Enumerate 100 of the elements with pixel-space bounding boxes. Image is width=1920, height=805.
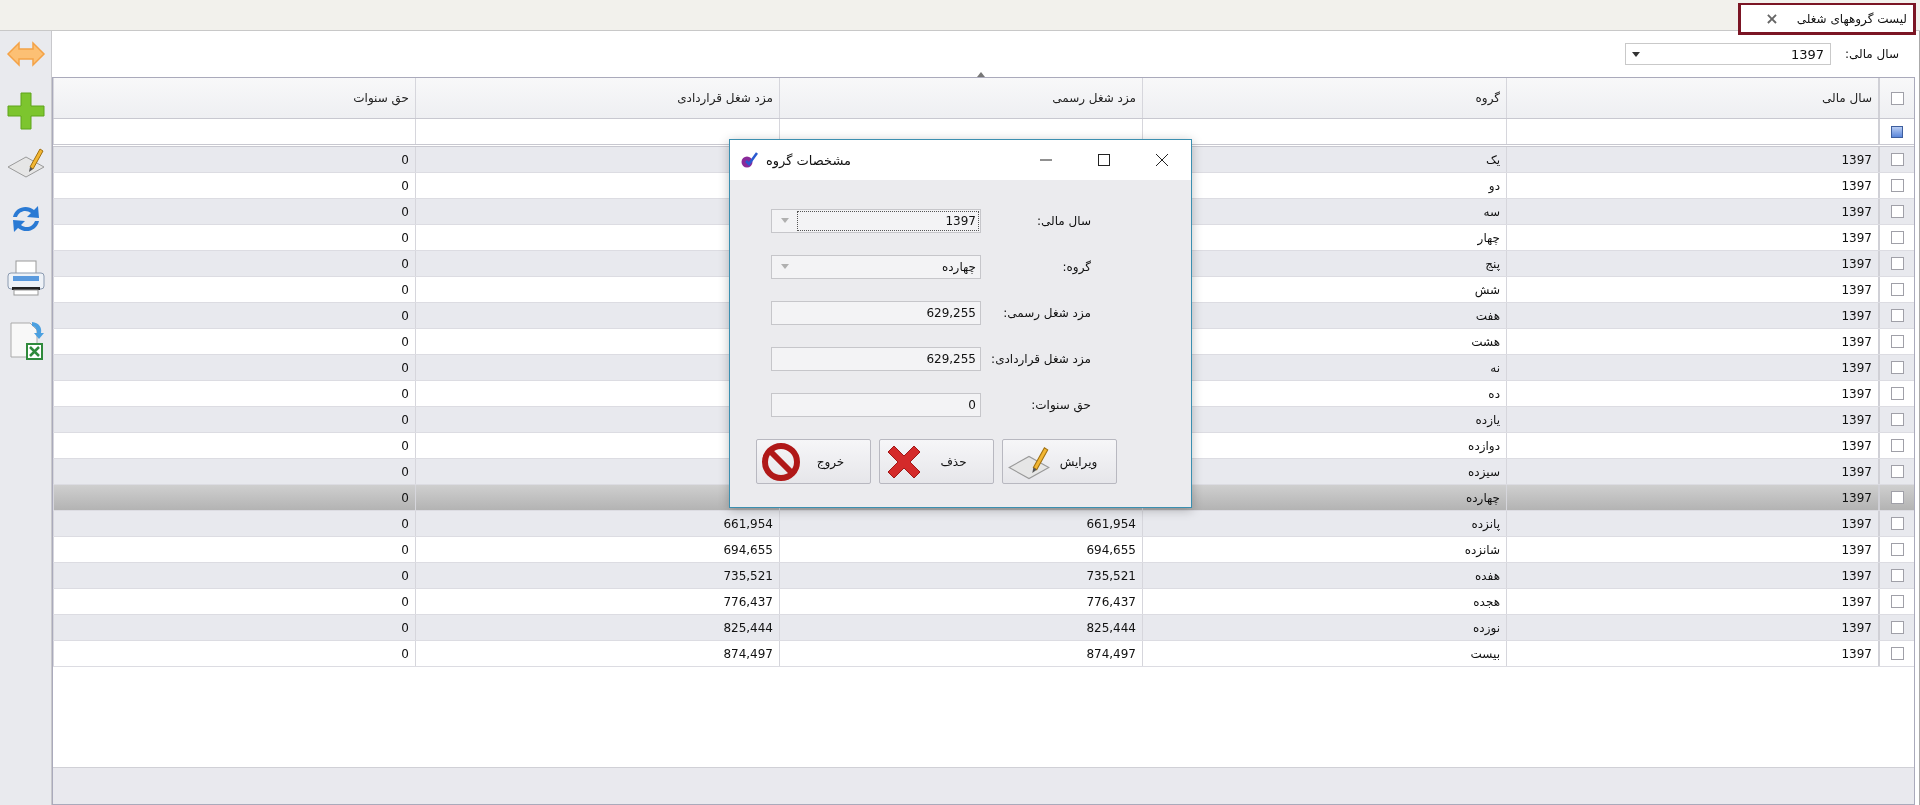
fiscal-year-label: سال مالی: [1844, 47, 1899, 61]
exit-button[interactable]: خروج [756, 439, 871, 484]
table-cell: 1397 [1506, 459, 1878, 484]
field-label: گروه: [1061, 260, 1091, 274]
column-header[interactable]: حق سنوات [53, 78, 415, 118]
field-label: مزد شغل قراردادی: [990, 352, 1091, 366]
checkbox[interactable] [1890, 257, 1904, 270]
column-header[interactable]: مزد شغل رسمی [779, 78, 1142, 118]
table-cell: 0 [53, 511, 415, 536]
checkbox[interactable] [1890, 465, 1904, 478]
table-cell: 1397 [1506, 407, 1878, 432]
table-cell: 1397 [1506, 277, 1878, 302]
checkbox[interactable] [1890, 595, 1904, 608]
tab-title: لیست گروههای شغلی [1796, 11, 1907, 26]
table-cell: 0 [53, 485, 415, 510]
dropdown-field[interactable]: چهارده [771, 255, 981, 279]
checkbox[interactable] [1890, 413, 1904, 426]
table-cell: 735,521 [779, 563, 1142, 588]
table-cell: نوزده [1142, 615, 1506, 640]
table-cell: 1397 [1506, 511, 1878, 536]
checkbox[interactable] [1890, 439, 1904, 452]
table-cell: 0 [53, 407, 415, 432]
table-cell: 1397 [1506, 641, 1878, 666]
field-label: مزد شغل رسمی: [1002, 306, 1091, 320]
input-field[interactable]: 629,255 [771, 347, 981, 371]
tab[interactable]: لیست گروههای شغلی × [1738, 3, 1916, 35]
table-cell: 0 [53, 355, 415, 380]
table-cell: 874,497 [415, 641, 779, 666]
table-cell: 1397 [1506, 381, 1878, 406]
column-header[interactable]: گروه [1142, 78, 1506, 118]
maximize-icon[interactable] [1097, 153, 1111, 167]
table-cell: 0 [53, 537, 415, 562]
table-cell: 1397 [1506, 329, 1878, 354]
table-cell: 1397 [1506, 355, 1878, 380]
table-cell: 0 [53, 433, 415, 458]
table-cell: 0 [53, 303, 415, 328]
table-cell: 694,655 [415, 537, 779, 562]
checkbox[interactable] [1890, 647, 1904, 660]
checkbox[interactable] [1890, 179, 1904, 192]
table-cell: 0 [53, 641, 415, 666]
checkbox[interactable] [1890, 309, 1904, 322]
table-cell: 694,655 [779, 537, 1142, 562]
field-label: سال مالی: [1035, 214, 1091, 228]
input-field[interactable]: 0 [771, 393, 981, 417]
no-entry-icon [761, 441, 801, 482]
delete-button[interactable]: حذف [879, 439, 994, 484]
printer-icon[interactable] [5, 259, 46, 297]
table-cell: 776,437 [415, 589, 779, 614]
table-cell: 1397 [1506, 563, 1878, 588]
checkbox[interactable] [1890, 231, 1904, 244]
dialog-title: مشخصات گروه [766, 152, 851, 168]
table-cell: 1397 [1506, 225, 1878, 250]
table-cell: 0 [53, 381, 415, 406]
dropdown-field[interactable]: 1397 [771, 209, 981, 233]
checkbox[interactable] [1890, 361, 1904, 374]
table-cell: 1397 [1506, 433, 1878, 458]
table-cell: پانزده [1142, 511, 1506, 536]
table-cell: 1397 [1506, 251, 1878, 276]
table-cell: 1397 [1506, 615, 1878, 640]
checkbox[interactable] [1890, 335, 1904, 348]
add-icon[interactable] [5, 91, 46, 131]
table-cell: 0 [53, 563, 415, 588]
table-cell: 0 [53, 147, 415, 172]
checkbox[interactable] [1890, 569, 1904, 582]
checkbox[interactable] [1890, 153, 1904, 166]
table-cell: 0 [53, 615, 415, 640]
table-cell: بیست [1142, 641, 1506, 666]
checkbox[interactable] [1890, 621, 1904, 634]
table-cell: شانزده [1142, 537, 1506, 562]
app-icon [740, 152, 758, 168]
checkbox[interactable] [1890, 491, 1904, 504]
fiscal-year-dropdown[interactable]: 1397 [1624, 43, 1831, 65]
column-header[interactable]: مزد شغل قراردادی [415, 78, 779, 118]
table-cell: 1397 [1506, 485, 1878, 510]
table-cell: 0 [53, 251, 415, 276]
checkbox[interactable] [1890, 205, 1904, 218]
close-icon[interactable] [1155, 153, 1169, 167]
table-cell: هفده [1142, 563, 1506, 588]
checkbox[interactable] [1890, 543, 1904, 556]
filter-row-icon[interactable] [1891, 125, 1903, 138]
table-cell: 1397 [1506, 199, 1878, 224]
table-cell: 0 [53, 589, 415, 614]
checkbox[interactable] [1890, 517, 1904, 530]
table-cell: 1397 [1506, 303, 1878, 328]
table-cell: 0 [53, 329, 415, 354]
column-header[interactable]: سال مالی [1506, 78, 1878, 118]
input-field[interactable]: 629,255 [771, 301, 981, 325]
edit-button[interactable]: ویرایش [1002, 439, 1117, 484]
checkbox[interactable] [1890, 91, 1904, 105]
table-cell: 825,444 [779, 615, 1142, 640]
field-label: حق سنوات: [1030, 398, 1091, 412]
table-cell: 825,444 [415, 615, 779, 640]
dropdown-arrow-icon [1631, 51, 1640, 57]
checkbox[interactable] [1890, 283, 1904, 296]
close-icon[interactable]: × [1765, 9, 1779, 28]
table-cell: 1397 [1506, 537, 1878, 562]
checkbox[interactable] [1890, 387, 1904, 400]
resize-arrows-icon[interactable] [5, 39, 46, 69]
table-cell: 0 [53, 199, 415, 224]
table-cell: 735,521 [415, 563, 779, 588]
